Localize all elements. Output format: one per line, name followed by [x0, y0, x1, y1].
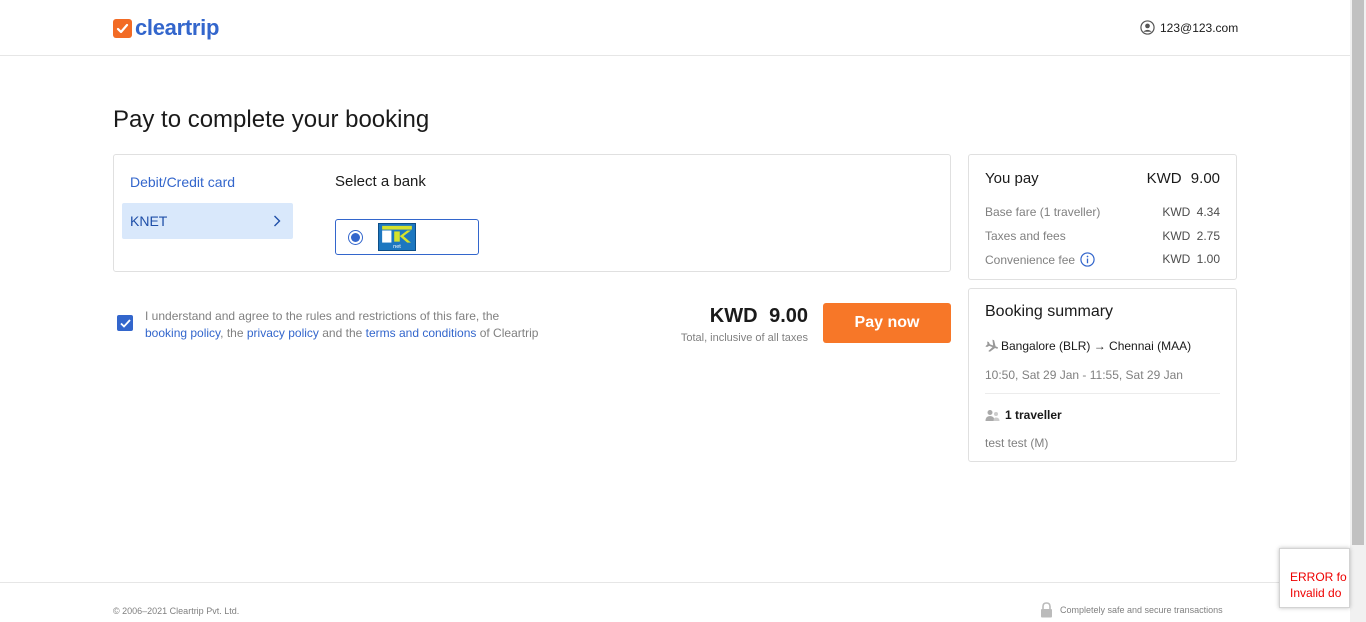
- agreement-text-3: and the: [322, 326, 363, 340]
- you-pay-header: You pay KWD 9.00: [985, 170, 1220, 187]
- total-block: KWD 9.00 Total, inclusive of all taxes: [660, 305, 808, 344]
- fare-row-base: Base fare (1 traveller) KWD 4.34: [985, 205, 1220, 219]
- recaptcha-error-line1: ERROR fo: [1290, 570, 1347, 584]
- total-subtext: Total, inclusive of all taxes: [680, 332, 808, 344]
- route-text: Bangalore (BLR) → Chennai (MAA): [1001, 339, 1192, 353]
- payment-method-debit-credit[interactable]: Debit/Credit card: [130, 174, 235, 190]
- flight-times: 10:50, Sat 29 Jan - 11:55, Sat 29 Jan: [985, 368, 1183, 382]
- radio-selected-dot: [351, 232, 360, 242]
- you-pay-card: You pay KWD 9.00 Base fare (1 traveller)…: [968, 154, 1237, 280]
- user-email: 123@123.com: [1160, 20, 1239, 35]
- check-icon: [119, 318, 131, 328]
- copyright: © 2006–2021 Cleartrip Pvt. Ltd.: [113, 606, 240, 616]
- page-title: Pay to complete your booking: [113, 106, 430, 133]
- traveller-name: test test (M): [985, 436, 1049, 450]
- lock-icon: [1041, 602, 1052, 618]
- fare-value: KWD 1.00: [1162, 252, 1220, 266]
- scrollbar[interactable]: [1350, 0, 1366, 622]
- scrollbar-thumb[interactable]: [1352, 0, 1364, 545]
- fare-value: KWD 4.34: [1162, 205, 1220, 219]
- info-icon[interactable]: [1080, 252, 1095, 267]
- knet-logo: net: [378, 223, 416, 251]
- fare-row-convenience: Convenience fee KWD 1.00: [985, 252, 1220, 267]
- plane-icon: [985, 339, 998, 352]
- privacy-policy-link[interactable]: privacy policy: [247, 326, 319, 340]
- booking-summary-title: Booking summary: [985, 303, 1114, 320]
- payment-method-knet[interactable]: KNET: [122, 203, 293, 239]
- recaptcha-badge[interactable]: ERROR fo Invalid do: [1279, 548, 1350, 608]
- booking-policy-link[interactable]: booking policy: [145, 326, 220, 340]
- you-pay-label: You pay: [985, 170, 1039, 187]
- flight-route: Bangalore (BLR) → Chennai (MAA): [985, 339, 1191, 353]
- bank-option-knet[interactable]: net: [335, 219, 479, 255]
- agree-checkbox[interactable]: [117, 315, 133, 331]
- select-bank-title: Select a bank: [335, 173, 426, 190]
- booking-summary-card: Booking summary Bangalore (BLR) → Chenna…: [968, 288, 1237, 462]
- travellers-icon: [985, 409, 1000, 421]
- footer: © 2006–2021 Cleartrip Pvt. Ltd. Complete…: [0, 582, 1350, 622]
- recaptcha-error-line2: Invalid do: [1290, 586, 1342, 600]
- user-account[interactable]: 123@123.com: [1140, 20, 1238, 35]
- total-amount: KWD 9.00: [709, 305, 808, 327]
- agreement-text: I understand and agree to the rules and …: [145, 308, 565, 342]
- fare-label-convenience: Convenience fee: [985, 252, 1095, 267]
- knet-logo-text: net: [393, 244, 401, 250]
- fare-label: Taxes and fees: [985, 229, 1066, 243]
- user-icon: [1140, 20, 1155, 35]
- chevron-right-icon: [274, 215, 281, 227]
- terms-conditions-link[interactable]: terms and conditions: [366, 326, 477, 340]
- cleartrip-logo[interactable]: cleartrip: [113, 15, 219, 41]
- you-pay-amount: KWD 9.00: [1146, 170, 1220, 187]
- traveller-count-text: 1 traveller: [1005, 408, 1062, 422]
- logo-check-icon: [113, 18, 132, 38]
- knet-label: KNET: [130, 213, 168, 229]
- fare-label: Convenience fee: [985, 252, 1076, 267]
- pay-now-button[interactable]: Pay now: [823, 303, 951, 343]
- agreement-text-2: , the: [220, 326, 244, 340]
- agreement-text-4: of Cleartrip: [479, 326, 539, 340]
- bank-radio[interactable]: [348, 229, 363, 245]
- fare-row-taxes: Taxes and fees KWD 2.75: [985, 229, 1220, 243]
- fare-value: KWD 2.75: [1162, 229, 1220, 243]
- page: cleartrip 123@123.com Pay to complete yo…: [0, 0, 1366, 622]
- fare-label: Base fare (1 traveller): [985, 205, 1101, 219]
- traveller-count: 1 traveller: [985, 408, 1062, 422]
- divider: [985, 393, 1220, 394]
- agreement-text-1: I understand and agree to the rules and …: [145, 309, 500, 323]
- payment-panel: Debit/Credit card KNET Select a bank net: [113, 154, 951, 272]
- logo-text: cleartrip: [135, 15, 220, 40]
- header: cleartrip 123@123.com: [0, 0, 1350, 56]
- secure-text: Completely safe and secure transactions: [1060, 605, 1223, 615]
- secure-transactions: Completely safe and secure transactions: [1040, 602, 1223, 618]
